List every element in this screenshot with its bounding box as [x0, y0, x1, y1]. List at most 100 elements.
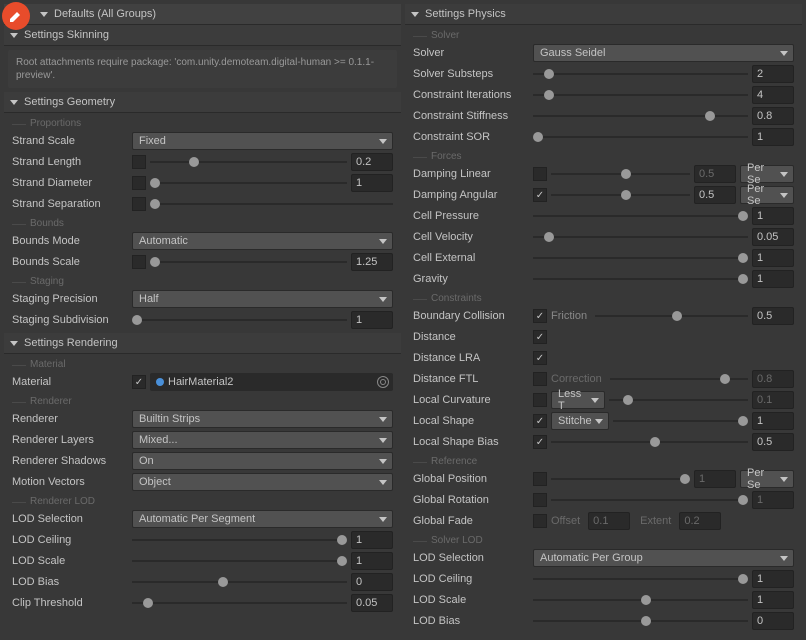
edit-badge[interactable] [2, 2, 30, 30]
strand-length-value[interactable]: 0.2 [351, 153, 393, 171]
lod-ceiling-slider[interactable] [132, 531, 347, 549]
renderer-shadows-dropdown[interactable]: On [132, 452, 393, 470]
global-rotation-slider[interactable] [551, 491, 748, 509]
strand-length-checkbox[interactable] [132, 155, 146, 169]
renderer-layers-dropdown[interactable]: Mixed... [132, 431, 393, 449]
constraint-stiffness-value[interactable]: 0.8 [752, 107, 794, 125]
offset-value[interactable]: 0.1 [588, 512, 630, 530]
local-shape-checkbox[interactable] [533, 414, 547, 428]
local-curvature-value[interactable]: 0.1 [752, 391, 794, 409]
strand-scale-dropdown[interactable]: Fixed [132, 132, 393, 150]
lod-ceiling-value[interactable]: 1 [752, 570, 794, 588]
gravity-value[interactable]: 1 [752, 270, 794, 288]
bounds-scale-value[interactable]: 1.25 [351, 253, 393, 271]
constraint-sor-value[interactable]: 1 [752, 128, 794, 146]
cell-velocity-slider[interactable] [533, 228, 748, 246]
constraint-stiffness-slider[interactable] [533, 107, 748, 125]
cell-pressure-slider[interactable] [533, 207, 748, 225]
damping-angular-slider[interactable] [551, 186, 690, 204]
lod-scale-value[interactable]: 1 [351, 552, 393, 570]
motion-vectors-dropdown[interactable]: Object [132, 473, 393, 491]
lod-bias-slider[interactable] [533, 612, 748, 630]
lod-scale-slider[interactable] [132, 552, 347, 570]
correction-slider[interactable] [610, 370, 748, 388]
distance-checkbox[interactable] [533, 330, 547, 344]
staging-subdivision-value[interactable]: 1 [351, 311, 393, 329]
lod-selection-dropdown[interactable]: Automatic Per Segment [132, 510, 393, 528]
object-picker-icon[interactable] [377, 376, 389, 388]
local-curvature-mode[interactable]: Less T [551, 391, 605, 409]
damping-linear-mode[interactable]: Per Se [740, 165, 794, 183]
lod-ceiling-value[interactable]: 1 [351, 531, 393, 549]
extent-value[interactable]: 0.2 [679, 512, 721, 530]
lod-bias-slider[interactable] [132, 573, 347, 591]
boundary-collision-checkbox[interactable] [533, 309, 547, 323]
lod-ceiling-slider[interactable] [533, 570, 748, 588]
global-rotation-value[interactable]: 1 [752, 491, 794, 509]
damping-linear-slider[interactable] [551, 165, 690, 183]
skinning-header[interactable]: Settings Skinning [4, 25, 401, 46]
damping-angular-checkbox[interactable] [533, 188, 547, 202]
local-shape-slider[interactable] [613, 412, 748, 430]
physics-header[interactable]: Settings Physics [405, 4, 802, 25]
local-shape-bias-checkbox[interactable] [533, 435, 547, 449]
material-field[interactable]: HairMaterial2 [150, 373, 393, 391]
local-shape-bias-slider[interactable] [551, 433, 748, 451]
damping-linear-value[interactable]: 0.5 [694, 165, 736, 183]
damping-angular-mode[interactable]: Per Se [740, 186, 794, 204]
rendering-header[interactable]: Settings Rendering [4, 333, 401, 354]
solver-substeps-slider[interactable] [533, 65, 748, 83]
local-shape-bias-value[interactable]: 0.5 [752, 433, 794, 451]
lod-scale-value[interactable]: 1 [752, 591, 794, 609]
staging-subdivision-slider[interactable] [132, 311, 347, 329]
lod-bias-value[interactable]: 0 [351, 573, 393, 591]
lod-selection-dropdown[interactable]: Automatic Per Group [533, 549, 794, 567]
strand-length-slider[interactable] [150, 153, 347, 171]
defaults-header[interactable]: Defaults (All Groups) [4, 4, 401, 25]
local-shape-mode[interactable]: Stitche [551, 412, 609, 430]
subheader-renderer: Renderer [12, 393, 393, 408]
staging-precision-dropdown[interactable]: Half [132, 290, 393, 308]
strand-separation-checkbox[interactable] [132, 197, 146, 211]
cell-pressure-value[interactable]: 1 [752, 207, 794, 225]
damping-linear-checkbox[interactable] [533, 167, 547, 181]
strand-separation-slider[interactable] [150, 195, 393, 213]
global-position-mode[interactable]: Per Se [740, 470, 794, 488]
solver-substeps-value[interactable]: 2 [752, 65, 794, 83]
local-curvature-checkbox[interactable] [533, 393, 547, 407]
cell-velocity-value[interactable]: 0.05 [752, 228, 794, 246]
renderer-dropdown[interactable]: Builtin Strips [132, 410, 393, 428]
gravity-slider[interactable] [533, 270, 748, 288]
bounds-scale-slider[interactable] [150, 253, 347, 271]
friction-slider[interactable] [595, 307, 748, 325]
constraint-iterations-slider[interactable] [533, 86, 748, 104]
local-shape-value[interactable]: 1 [752, 412, 794, 430]
distance-ftl-checkbox[interactable] [533, 372, 547, 386]
strand-diameter-slider[interactable] [150, 174, 347, 192]
cell-external-slider[interactable] [533, 249, 748, 267]
strand-diameter-value[interactable]: 1 [351, 174, 393, 192]
cell-external-value[interactable]: 1 [752, 249, 794, 267]
lod-bias-value[interactable]: 0 [752, 612, 794, 630]
local-curvature-slider[interactable] [609, 391, 748, 409]
constraint-iterations-value[interactable]: 4 [752, 86, 794, 104]
solver-dropdown[interactable]: Gauss Seidel [533, 44, 794, 62]
friction-value[interactable]: 0.5 [752, 307, 794, 325]
material-checkbox[interactable] [132, 375, 146, 389]
damping-angular-value[interactable]: 0.5 [694, 186, 736, 204]
constraint-sor-slider[interactable] [533, 128, 748, 146]
correction-value[interactable]: 0.8 [752, 370, 794, 388]
global-rotation-checkbox[interactable] [533, 493, 547, 507]
global-position-value[interactable]: 1 [694, 470, 736, 488]
clip-threshold-slider[interactable] [132, 594, 347, 612]
clip-threshold-value[interactable]: 0.05 [351, 594, 393, 612]
geometry-header[interactable]: Settings Geometry [4, 92, 401, 113]
global-fade-checkbox[interactable] [533, 514, 547, 528]
strand-diameter-checkbox[interactable] [132, 176, 146, 190]
bounds-mode-dropdown[interactable]: Automatic [132, 232, 393, 250]
lod-scale-slider[interactable] [533, 591, 748, 609]
distance-lra-checkbox[interactable] [533, 351, 547, 365]
global-position-slider[interactable] [551, 470, 690, 488]
bounds-scale-checkbox[interactable] [132, 255, 146, 269]
global-position-checkbox[interactable] [533, 472, 547, 486]
